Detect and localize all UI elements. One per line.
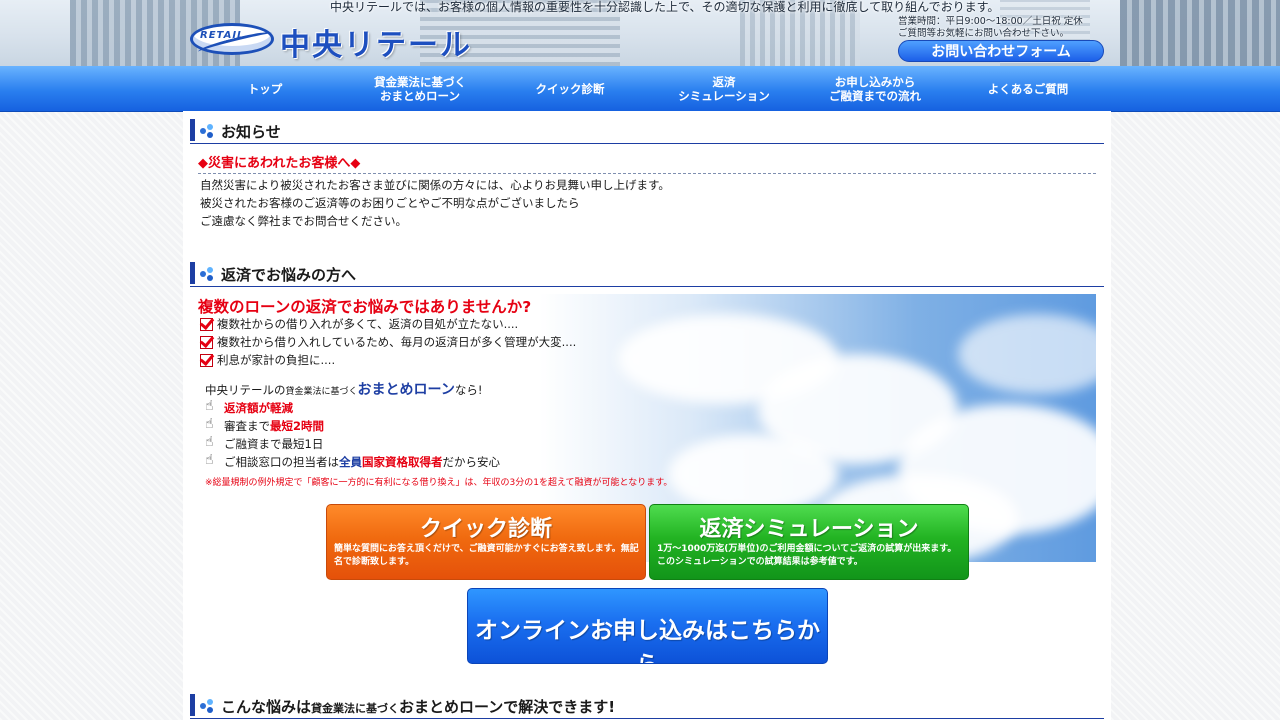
notice-title: ◆災害にあわれたお客様へ◆ <box>198 156 361 171</box>
business-hours: 営業時間：平日9:00〜18:00／土日祝 定休 ご質問等お気軽にお問い合わせ下… <box>898 16 1083 40</box>
notice-text: 被災されたお客様のご返済等のお困りごとやご不明な点がございましたら <box>200 196 580 210</box>
benefit-item: ご相談窓口の担当者は全員国家資格取得者だから安心 <box>205 452 501 470</box>
header-building-image <box>1120 0 1280 66</box>
nav-item-repayment-simulation[interactable]: 返済 シミュレーション <box>664 66 784 111</box>
dots-icon <box>200 124 216 138</box>
nav-item-application-flow[interactable]: お申し込みから ご融資までの流れ <box>815 66 935 111</box>
cta-title: クイック診断 <box>419 517 552 542</box>
dots-icon <box>200 267 216 281</box>
pointing-hand-icon <box>205 452 220 470</box>
dashed-divider <box>198 173 1096 174</box>
quick-diagnosis-button[interactable]: クイック診断 簡単な質問にお答え頂くだけで、ご融資可能かすぐにお答え致します。無… <box>326 504 646 580</box>
section-heading-news: お知らせ <box>190 117 1104 144</box>
cta-title: オンラインお申し込みはこちらから <box>475 618 820 663</box>
heading-text: こんな悩みは <box>221 698 312 716</box>
checkbox-icon <box>200 353 213 367</box>
repayment-simulation-button[interactable]: 返済シミュレーション 1万〜1000万迄(万単位)のご利用金額についてご返済の試… <box>649 504 969 580</box>
main-content: お知らせ ◆災害にあわれたお客様へ◆ 自然災害により被災されたお客さま並びに関係… <box>183 111 1111 720</box>
heading-text: おまとめローンで解決できます! <box>399 698 616 716</box>
dots-icon <box>200 699 216 713</box>
contact-form-button[interactable]: お問い合わせフォーム <box>898 40 1104 62</box>
checklist-text: 複数社からの借り入れが多くて、返済の目処が立たない.... <box>217 317 519 331</box>
checklist-item: 複数社から借り入れしているため、毎月の返済日が多く管理が大変.... <box>200 334 576 350</box>
intro-highlight: おまとめローン <box>357 382 455 398</box>
site-logo[interactable]: RETAIL 中央リテール <box>190 20 490 63</box>
benefit-text: だから安心 <box>442 455 501 469</box>
checkbox-icon <box>200 335 213 349</box>
pointing-hand-icon <box>205 416 220 434</box>
benefit-item: 審査まで最短2時間 <box>205 416 325 434</box>
checkbox-icon <box>200 317 213 331</box>
pointing-hand-icon <box>205 434 220 452</box>
notice-text: ご遠慮なく弊社までお問合せください。 <box>200 214 407 228</box>
checklist-item: 利息が家計の負担に.... <box>200 352 335 368</box>
benefit-text: ご融資まで最短1日 <box>224 437 324 451</box>
checklist-item: 複数社からの借り入れが多くて、返済の目処が立たない.... <box>200 316 518 332</box>
consolidation-intro: 中央リテールの貸金業法に基づくおまとめローンなら! <box>205 379 482 399</box>
regulation-footnote: ※総量規制の例外規定で「顧客に一方的に有利になる借り換え」は、年収の3分の1を超… <box>205 478 673 488</box>
intro-text: 中央リテールの <box>205 383 286 397</box>
worry-headline: 複数のローンの返済でお悩みではありませんか? <box>198 298 532 316</box>
heading-bar <box>190 119 195 141</box>
notice-text: 自然災害により被災されたお客さま並びに関係の方々には、心よりお見舞い申し上げます… <box>200 178 670 192</box>
intro-text: なら! <box>454 383 483 397</box>
section-heading-repayment-worry: 返済でお悩みの方へ <box>190 260 1104 287</box>
benefit-highlight: 国家資格取得者 <box>362 455 443 469</box>
heading-small-text: 貸金業法に基づく <box>311 702 400 715</box>
brand-name: 中央リテール <box>280 28 472 63</box>
privacy-tagline: 中央リテールでは、お客様の個人情報の重要性を十分認識した上で、その適切な保護と利… <box>330 0 1000 14</box>
section-title: 返済でお悩みの方へ <box>221 266 357 284</box>
heading-bar <box>190 262 195 284</box>
benefit-text: 返済額が軽減 <box>224 401 293 415</box>
checklist-text: 利息が家計の負担に.... <box>217 353 336 367</box>
benefit-highlight: 全員 <box>339 455 362 469</box>
cta-description: 1万〜1000万迄(万単位)のご利用金額についてご返済の試算が出来ます。このシミ… <box>657 544 957 567</box>
benefit-text: ご相談窓口の担当者は <box>224 455 339 469</box>
benefit-item: 返済額が軽減 <box>205 398 293 416</box>
section-heading-solutions: こんな悩みは貸金業法に基づくおまとめローンで解決できます! <box>190 692 1104 719</box>
intro-small-text: 貸金業法に基づく <box>285 387 358 397</box>
benefit-text: 審査まで <box>224 419 270 433</box>
nav-item-quick-diagnosis[interactable]: クイック診断 <box>510 66 630 111</box>
online-application-button[interactable]: オンラインお申し込みはこちらから <box>467 588 828 664</box>
section-title: お知らせ <box>221 123 281 141</box>
section-title: こんな悩みは貸金業法に基づくおまとめローンで解決できます! <box>221 696 615 717</box>
nav-item-top[interactable]: トップ <box>205 66 325 111</box>
benefit-item: ご融資まで最短1日 <box>205 434 324 452</box>
checklist-text: 複数社から借り入れしているため、毎月の返済日が多く管理が大変.... <box>217 335 577 349</box>
pointing-hand-icon <box>205 398 220 416</box>
hours-line: 営業時間：平日9:00〜18:00／土日祝 定休 <box>898 16 1083 27</box>
global-nav: トップ 貸金業法に基づく おまとめローン クイック診断 返済 シミュレーション … <box>0 66 1280 112</box>
heading-bar <box>190 694 195 716</box>
logo-retail-text: RETAIL <box>200 30 245 41</box>
benefit-highlight: 最短2時間 <box>270 419 325 433</box>
inquiry-note: ご質問等お気軽にお問い合わせ下さい。 <box>898 28 1070 39</box>
cta-description: 簡単な質問にお答え頂くだけで、ご融資可能かすぐにお答え致します。無記名で診断致し… <box>334 544 639 567</box>
nav-item-faq[interactable]: よくあるご質問 <box>968 66 1088 111</box>
site-header: 中央リテールでは、お客様の個人情報の重要性を十分認識した上で、その適切な保護と利… <box>0 0 1280 66</box>
cta-title: 返済シミュレーション <box>699 517 919 542</box>
nav-item-consolidation-loan[interactable]: 貸金業法に基づく おまとめローン <box>355 66 485 111</box>
